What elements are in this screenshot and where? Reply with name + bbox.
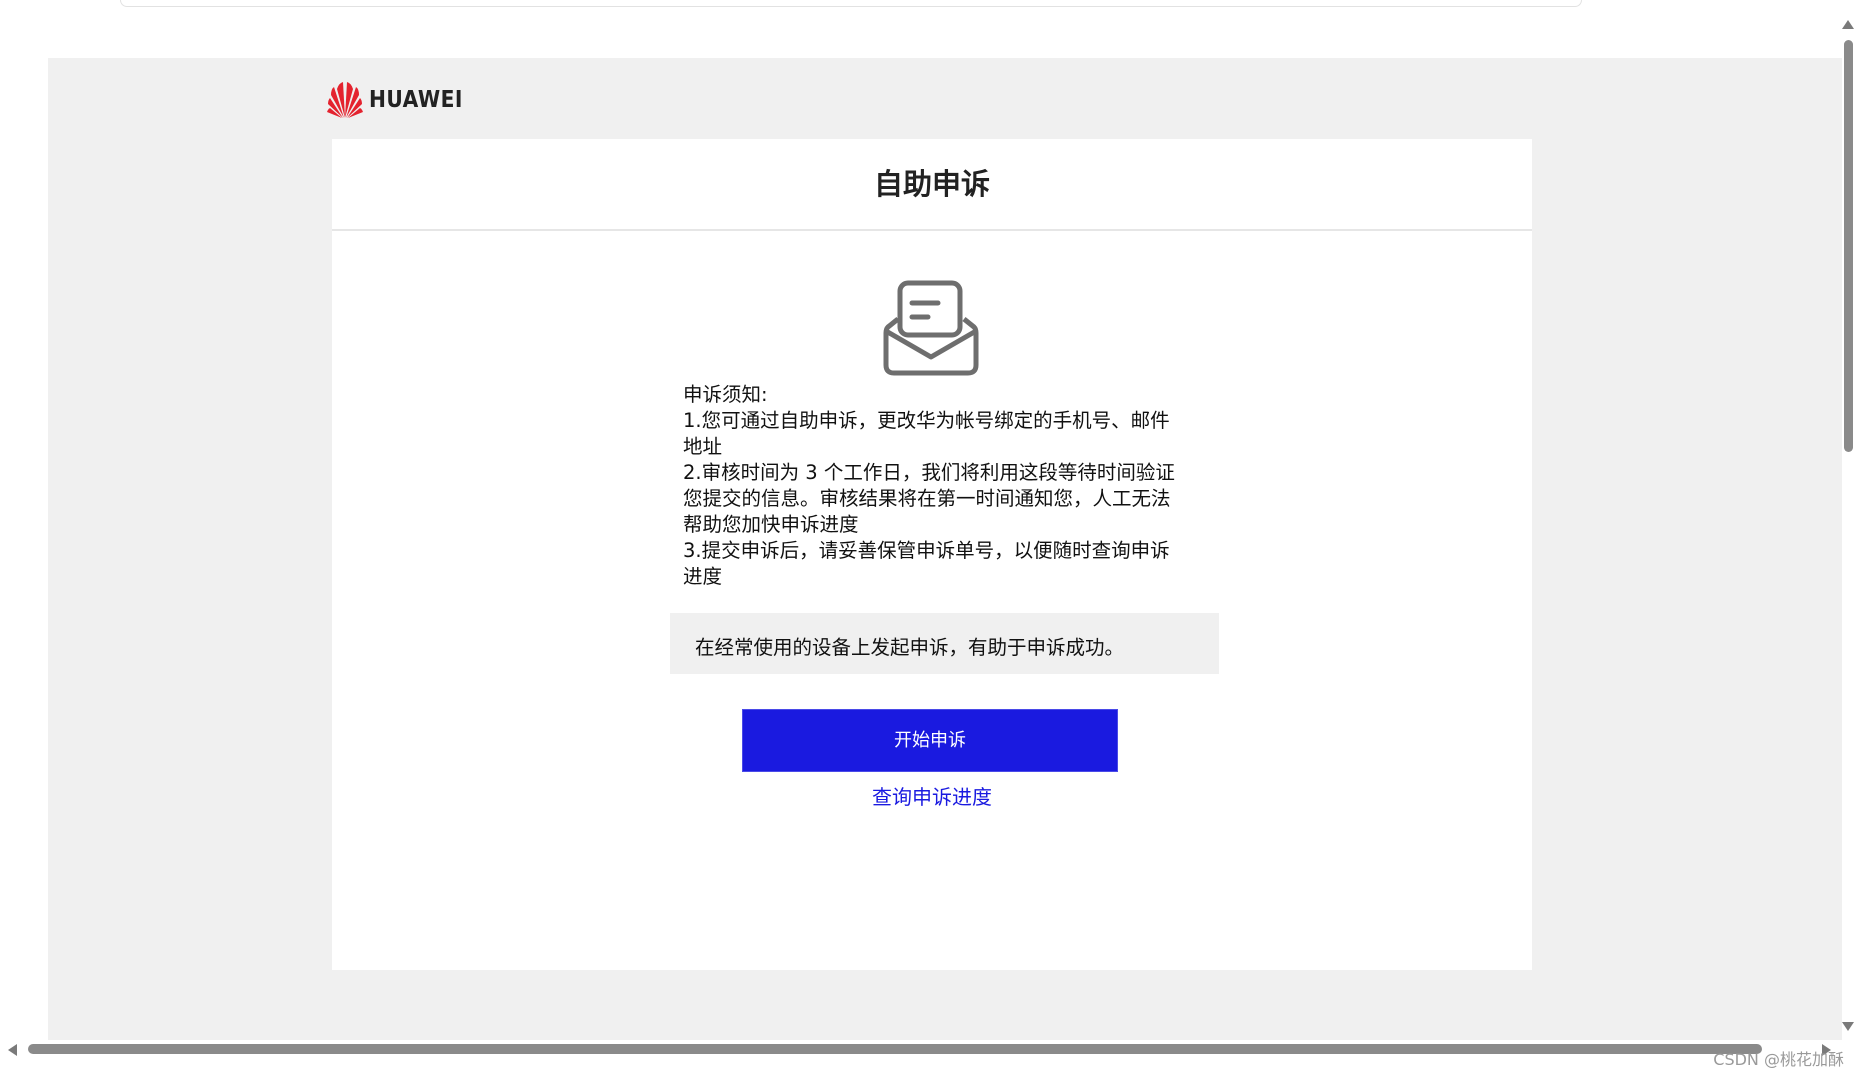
query-progress-link: 查询申诉进度 (332, 783, 1532, 811)
notice-line: 进度 (683, 565, 723, 588)
horizontal-scrollbar[interactable] (0, 1040, 1840, 1058)
tip-text: 在经常使用的设备上发起申诉，有助于申诉成功。 (695, 636, 1125, 659)
scroll-down-arrow-icon[interactable] (1842, 1022, 1854, 1031)
notice-line: 2.审核时间为 3 个工作日，我们将利用这段等待时间验证 (683, 461, 1175, 484)
csdn-watermark: CSDN @桃花加酥 (1713, 1050, 1844, 1069)
scroll-up-arrow-icon[interactable] (1842, 20, 1854, 29)
notice-line: 3.提交申诉后，请妥善保管申诉单号，以便随时查询申诉 (683, 539, 1170, 562)
huawei-logo[interactable]: HUAWEI (327, 80, 476, 120)
notice-line: 申诉须知: (683, 383, 768, 406)
page-title: 自助申诉 (873, 167, 990, 201)
notice-line: 1.您可通过自助申诉，更改华为帐号绑定的手机号、邮件 (683, 409, 1170, 432)
vertical-scrollbar[interactable] (1840, 18, 1856, 1034)
notice-line: 地址 (683, 435, 723, 458)
title-divider (332, 229, 1532, 231)
notice-line: 您提交的信息。审核结果将在第一时间通知您，人工无法 (683, 487, 1171, 510)
vertical-scroll-thumb[interactable] (1844, 40, 1853, 452)
huawei-flower-icon (327, 82, 363, 118)
appeal-card: 自助申诉 申诉须知: 1.您可通过自助申诉，更改华为帐号绑定的手机号、邮件 地址… (332, 139, 1532, 970)
tip-box: 在经常使用的设备上发起申诉，有助于申诉成功。 (670, 613, 1219, 674)
start-appeal-button[interactable]: 开始申诉 (742, 709, 1118, 772)
scroll-left-arrow-icon[interactable] (8, 1044, 17, 1056)
browser-top-edge (120, 0, 1582, 7)
horizontal-scroll-thumb[interactable] (28, 1044, 1762, 1054)
notice-line: 帮助您加快申诉进度 (683, 513, 859, 536)
query-progress-link-text[interactable]: 查询申诉进度 (872, 785, 992, 809)
appeal-notice: 申诉须知: 1.您可通过自助申诉，更改华为帐号绑定的手机号、邮件 地址 2.审核… (683, 382, 1195, 590)
envelope-document-icon (883, 280, 979, 376)
brand-name: HUAWEI (369, 87, 463, 113)
